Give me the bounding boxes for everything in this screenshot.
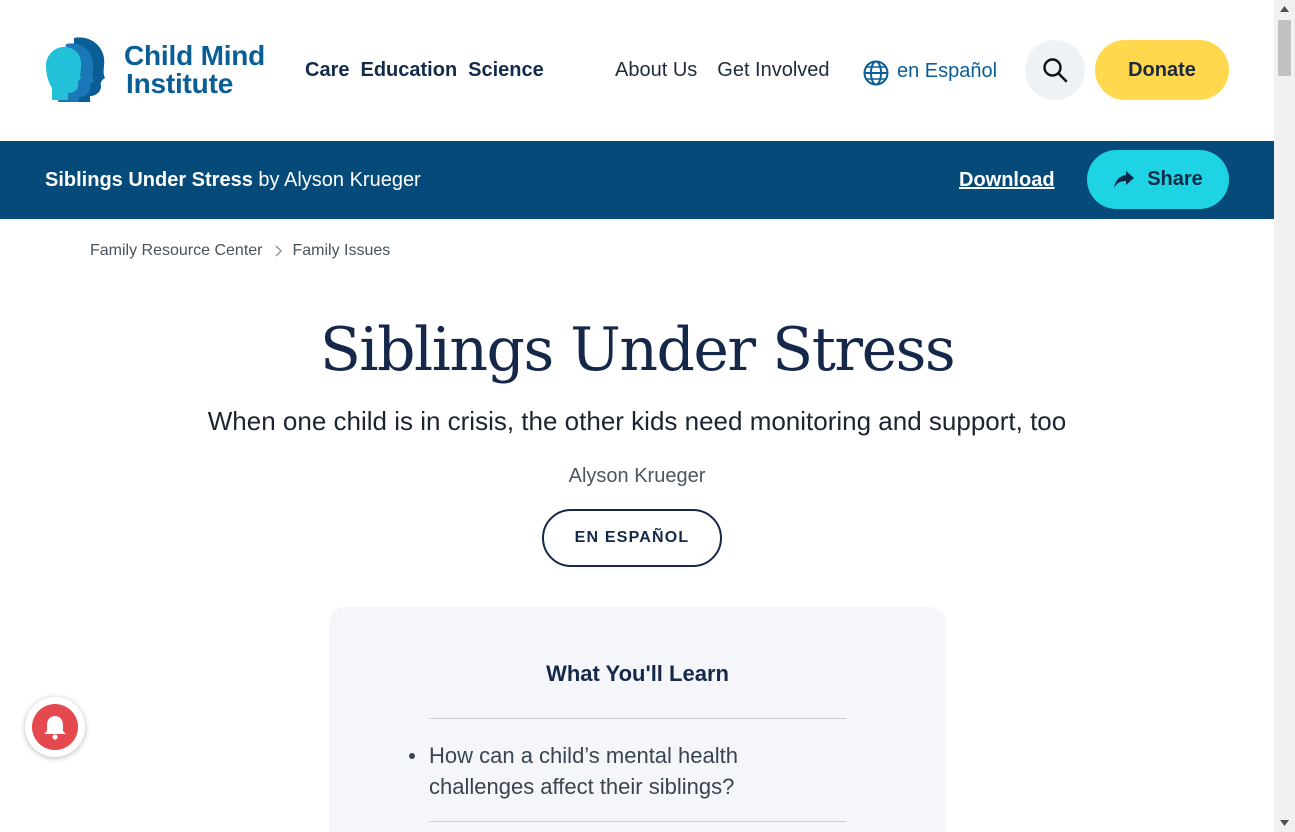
notification-bell-button[interactable] (25, 697, 85, 757)
share-label: Share (1147, 168, 1203, 190)
logo-line-1: Child Mind (124, 40, 266, 71)
scroll-up-arrow-icon[interactable] (1274, 0, 1295, 18)
breadcrumb-family-issues[interactable]: Family Issues (293, 241, 391, 261)
search-icon (1043, 58, 1068, 83)
notification-badge (32, 704, 78, 750)
nav-education[interactable]: Education (360, 58, 457, 82)
article-bar-title: Siblings Under Stress by Alyson Krueger (45, 168, 421, 192)
nav-care[interactable]: Care (305, 58, 349, 82)
search-button[interactable] (1025, 40, 1085, 100)
globe-icon (863, 60, 889, 86)
language-label: en Español (897, 60, 998, 82)
breadcrumb-family-resource-center[interactable]: Family Resource Center (90, 241, 263, 261)
article-bar-name: Siblings Under Stress (45, 169, 253, 191)
breadcrumb: Family Resource Center Family Issues (90, 241, 390, 261)
logo-heads-icon (46, 37, 105, 102)
primary-nav: Care Education Science (305, 58, 544, 82)
bullet-icon (409, 753, 415, 759)
secondary-nav: About Us Get Involved (615, 58, 830, 82)
logo-text: Child Mind Institute (124, 42, 265, 98)
bell-icon (44, 716, 66, 740)
site-header: Child Mind Institute Care Education Scie… (0, 0, 1274, 141)
donate-button[interactable]: Donate (1095, 40, 1229, 100)
scroll-down-arrow-icon[interactable] (1274, 814, 1295, 832)
article-subtitle: When one child is in crisis, the other k… (207, 406, 1067, 436)
article-author: Alyson Krueger (568, 465, 706, 487)
nav-science[interactable]: Science (468, 58, 544, 82)
learn-divider-bottom (429, 821, 846, 822)
share-button[interactable]: Share (1087, 150, 1229, 209)
article-bar-byline: by Alyson Krueger (258, 169, 421, 191)
learn-item-text: How can a child’s mental health challeng… (429, 743, 738, 799)
share-arrow-icon (1114, 170, 1135, 188)
scrollbar-thumb[interactable] (1278, 20, 1291, 76)
nav-about-us[interactable]: About Us (615, 58, 697, 82)
download-link[interactable]: Download (959, 168, 1055, 192)
logo-link[interactable]: Child Mind Institute (44, 36, 274, 106)
learn-heading: What You'll Learn (546, 661, 729, 686)
nav-get-involved[interactable]: Get Involved (717, 58, 829, 82)
language-switch-link[interactable]: en Español (863, 56, 997, 86)
chevron-right-icon (275, 245, 282, 257)
page-scrollbar[interactable] (1274, 0, 1295, 832)
learn-list-item: How can a child’s mental health challeng… (409, 740, 846, 802)
page-title: Siblings Under Stress (319, 315, 956, 385)
what-youll-learn-box: What You'll Learn How can a child’s ment… (329, 607, 946, 832)
logo-line-2: Institute (126, 68, 234, 99)
article-toolbar: Siblings Under Stress by Alyson Krueger … (0, 141, 1274, 219)
en-espanol-button[interactable]: EN ESPAÑOL (542, 509, 722, 567)
learn-divider-top (429, 718, 846, 719)
